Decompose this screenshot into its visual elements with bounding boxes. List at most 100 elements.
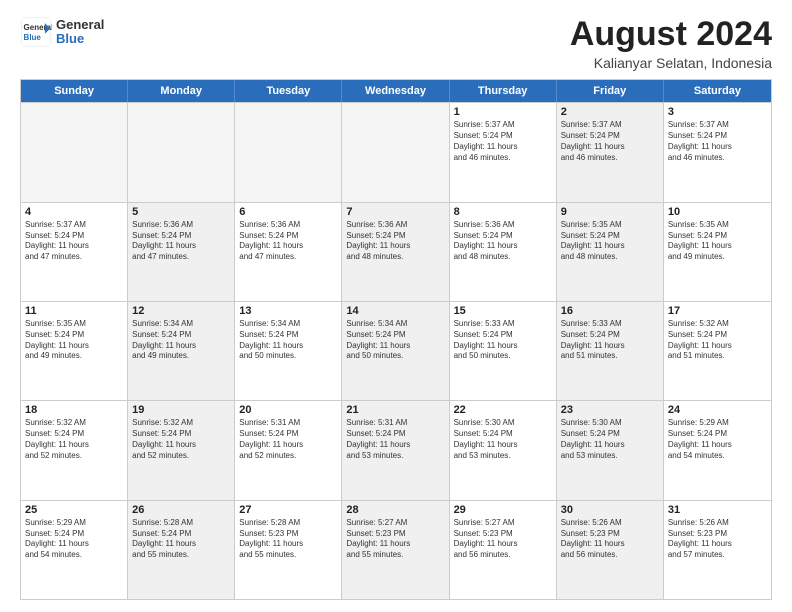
day-number: 18 [25, 404, 123, 416]
day-number: 29 [454, 504, 552, 516]
day-info: Sunrise: 5:37 AMSunset: 5:24 PMDaylight:… [454, 120, 552, 163]
day-info: Sunrise: 5:29 AMSunset: 5:24 PMDaylight:… [25, 518, 123, 561]
day-cell-27: 27Sunrise: 5:28 AMSunset: 5:23 PMDayligh… [235, 501, 342, 599]
header-cell-tuesday: Tuesday [235, 80, 342, 102]
day-number: 21 [346, 404, 444, 416]
day-cell-10: 10 Sunrise: 5:35 AMSunset: 5:24 PMDayligh… [664, 203, 771, 301]
day-info: Sunrise: 5:35 AMSunset: 5:24 PMDaylight:… [561, 220, 659, 263]
day-info: Sunrise: 5:37 AMSunset: 5:24 PMDaylight:… [561, 120, 659, 163]
day-number: 23 [561, 404, 659, 416]
day-number: 14 [346, 305, 444, 317]
day-number: 26 [132, 504, 230, 516]
day-number: 1 [454, 106, 552, 118]
day-info: Sunrise: 5:33 AMSunset: 5:24 PMDaylight:… [454, 319, 552, 362]
cal-row-0: 1 Sunrise: 5:37 AMSunset: 5:24 PMDaylight… [21, 102, 771, 201]
day-info: Sunrise: 5:26 AMSunset: 5:23 PMDaylight:… [668, 518, 767, 561]
day-number: 3 [668, 106, 767, 118]
logo-text: General Blue [56, 18, 104, 47]
day-cell-24: 24Sunrise: 5:29 AMSunset: 5:24 PMDayligh… [664, 401, 771, 499]
day-number: 22 [454, 404, 552, 416]
empty-cell [235, 103, 342, 201]
calendar-header-row: SundayMondayTuesdayWednesdayThursdayFrid… [21, 80, 771, 102]
day-number: 10 [668, 206, 767, 218]
day-number: 31 [668, 504, 767, 516]
day-cell-21: 21Sunrise: 5:31 AMSunset: 5:24 PMDayligh… [342, 401, 449, 499]
day-info: Sunrise: 5:36 AMSunset: 5:24 PMDaylight:… [239, 220, 337, 263]
empty-cell [21, 103, 128, 201]
calendar-body: 1 Sunrise: 5:37 AMSunset: 5:24 PMDaylight… [21, 102, 771, 599]
empty-cell [342, 103, 449, 201]
page: General Blue General Blue August 2024 Ka… [0, 0, 792, 612]
day-info: Sunrise: 5:32 AMSunset: 5:24 PMDaylight:… [132, 418, 230, 461]
header-cell-sunday: Sunday [21, 80, 128, 102]
day-number: 9 [561, 206, 659, 218]
day-cell-25: 25 Sunrise: 5:29 AMSunset: 5:24 PMDayligh… [21, 501, 128, 599]
day-cell-9: 9 Sunrise: 5:35 AMSunset: 5:24 PMDaylight… [557, 203, 664, 301]
day-info: Sunrise: 5:34 AMSunset: 5:24 PMDaylight:… [132, 319, 230, 362]
day-cell-28: 28 Sunrise: 5:27 AMSunset: 5:23 PMDayligh… [342, 501, 449, 599]
header-cell-saturday: Saturday [664, 80, 771, 102]
day-number: 7 [346, 206, 444, 218]
day-info: Sunrise: 5:26 AMSunset: 5:23 PMDaylight:… [561, 518, 659, 561]
day-info: Sunrise: 5:32 AMSunset: 5:24 PMDaylight:… [25, 418, 123, 461]
day-info: Sunrise: 5:36 AMSunset: 5:24 PMDaylight:… [454, 220, 552, 263]
day-info: Sunrise: 5:37 AMSunset: 5:24 PMDaylight:… [668, 120, 767, 163]
day-info: Sunrise: 5:36 AMSunset: 5:24 PMDaylight:… [132, 220, 230, 263]
empty-cell [128, 103, 235, 201]
day-cell-14: 14Sunrise: 5:34 AMSunset: 5:24 PMDayligh… [342, 302, 449, 400]
day-cell-20: 20Sunrise: 5:31 AMSunset: 5:24 PMDayligh… [235, 401, 342, 499]
header-cell-thursday: Thursday [450, 80, 557, 102]
day-number: 19 [132, 404, 230, 416]
calendar-subtitle: Kalianyar Selatan, Indonesia [570, 55, 772, 71]
calendar: SundayMondayTuesdayWednesdayThursdayFrid… [20, 79, 772, 600]
day-info: Sunrise: 5:27 AMSunset: 5:23 PMDaylight:… [346, 518, 444, 561]
cal-row-3: 18 Sunrise: 5:32 AMSunset: 5:24 PMDayligh… [21, 400, 771, 499]
day-number: 16 [561, 305, 659, 317]
svg-text:Blue: Blue [24, 33, 42, 42]
day-info: Sunrise: 5:32 AMSunset: 5:24 PMDaylight:… [668, 319, 767, 362]
day-number: 12 [132, 305, 230, 317]
day-cell-2: 2Sunrise: 5:37 AMSunset: 5:24 PMDaylight… [557, 103, 664, 201]
day-info: Sunrise: 5:35 AMSunset: 5:24 PMDaylight:… [668, 220, 767, 263]
day-cell-23: 23Sunrise: 5:30 AMSunset: 5:24 PMDayligh… [557, 401, 664, 499]
day-cell-18: 18 Sunrise: 5:32 AMSunset: 5:24 PMDayligh… [21, 401, 128, 499]
title-block: August 2024 Kalianyar Selatan, Indonesia [570, 16, 772, 71]
day-cell-13: 13 Sunrise: 5:34 AMSunset: 5:24 PMDayligh… [235, 302, 342, 400]
day-info: Sunrise: 5:29 AMSunset: 5:24 PMDaylight:… [668, 418, 767, 461]
day-cell-17: 17 Sunrise: 5:32 AMSunset: 5:24 PMDayligh… [664, 302, 771, 400]
logo-line1: General [56, 18, 104, 32]
header: General Blue General Blue August 2024 Ka… [20, 16, 772, 71]
day-info: Sunrise: 5:31 AMSunset: 5:24 PMDaylight:… [239, 418, 337, 461]
day-cell-1: 1 Sunrise: 5:37 AMSunset: 5:24 PMDaylight… [450, 103, 557, 201]
day-cell-30: 30Sunrise: 5:26 AMSunset: 5:23 PMDayligh… [557, 501, 664, 599]
day-info: Sunrise: 5:33 AMSunset: 5:24 PMDaylight:… [561, 319, 659, 362]
day-number: 15 [454, 305, 552, 317]
day-info: Sunrise: 5:28 AMSunset: 5:23 PMDaylight:… [239, 518, 337, 561]
logo-line2: Blue [56, 32, 104, 46]
calendar-title: August 2024 [570, 16, 772, 53]
day-cell-4: 4Sunrise: 5:37 AMSunset: 5:24 PMDaylight… [21, 203, 128, 301]
day-number: 17 [668, 305, 767, 317]
day-number: 5 [132, 206, 230, 218]
day-number: 11 [25, 305, 123, 317]
day-number: 28 [346, 504, 444, 516]
cal-row-1: 4Sunrise: 5:37 AMSunset: 5:24 PMDaylight… [21, 202, 771, 301]
header-cell-monday: Monday [128, 80, 235, 102]
header-cell-friday: Friday [557, 80, 664, 102]
day-info: Sunrise: 5:36 AMSunset: 5:24 PMDaylight:… [346, 220, 444, 263]
day-info: Sunrise: 5:27 AMSunset: 5:23 PMDaylight:… [454, 518, 552, 561]
day-info: Sunrise: 5:34 AMSunset: 5:24 PMDaylight:… [239, 319, 337, 362]
header-cell-wednesday: Wednesday [342, 80, 449, 102]
day-cell-19: 19 Sunrise: 5:32 AMSunset: 5:24 PMDayligh… [128, 401, 235, 499]
day-cell-8: 8Sunrise: 5:36 AMSunset: 5:24 PMDaylight… [450, 203, 557, 301]
day-info: Sunrise: 5:30 AMSunset: 5:24 PMDaylight:… [454, 418, 552, 461]
day-number: 13 [239, 305, 337, 317]
cal-row-4: 25 Sunrise: 5:29 AMSunset: 5:24 PMDayligh… [21, 500, 771, 599]
logo-icon: General Blue [20, 16, 52, 48]
day-cell-15: 15 Sunrise: 5:33 AMSunset: 5:24 PMDayligh… [450, 302, 557, 400]
day-number: 25 [25, 504, 123, 516]
day-cell-3: 3 Sunrise: 5:37 AMSunset: 5:24 PMDaylight… [664, 103, 771, 201]
day-cell-5: 5 Sunrise: 5:36 AMSunset: 5:24 PMDaylight… [128, 203, 235, 301]
day-cell-16: 16 Sunrise: 5:33 AMSunset: 5:24 PMDayligh… [557, 302, 664, 400]
day-number: 4 [25, 206, 123, 218]
